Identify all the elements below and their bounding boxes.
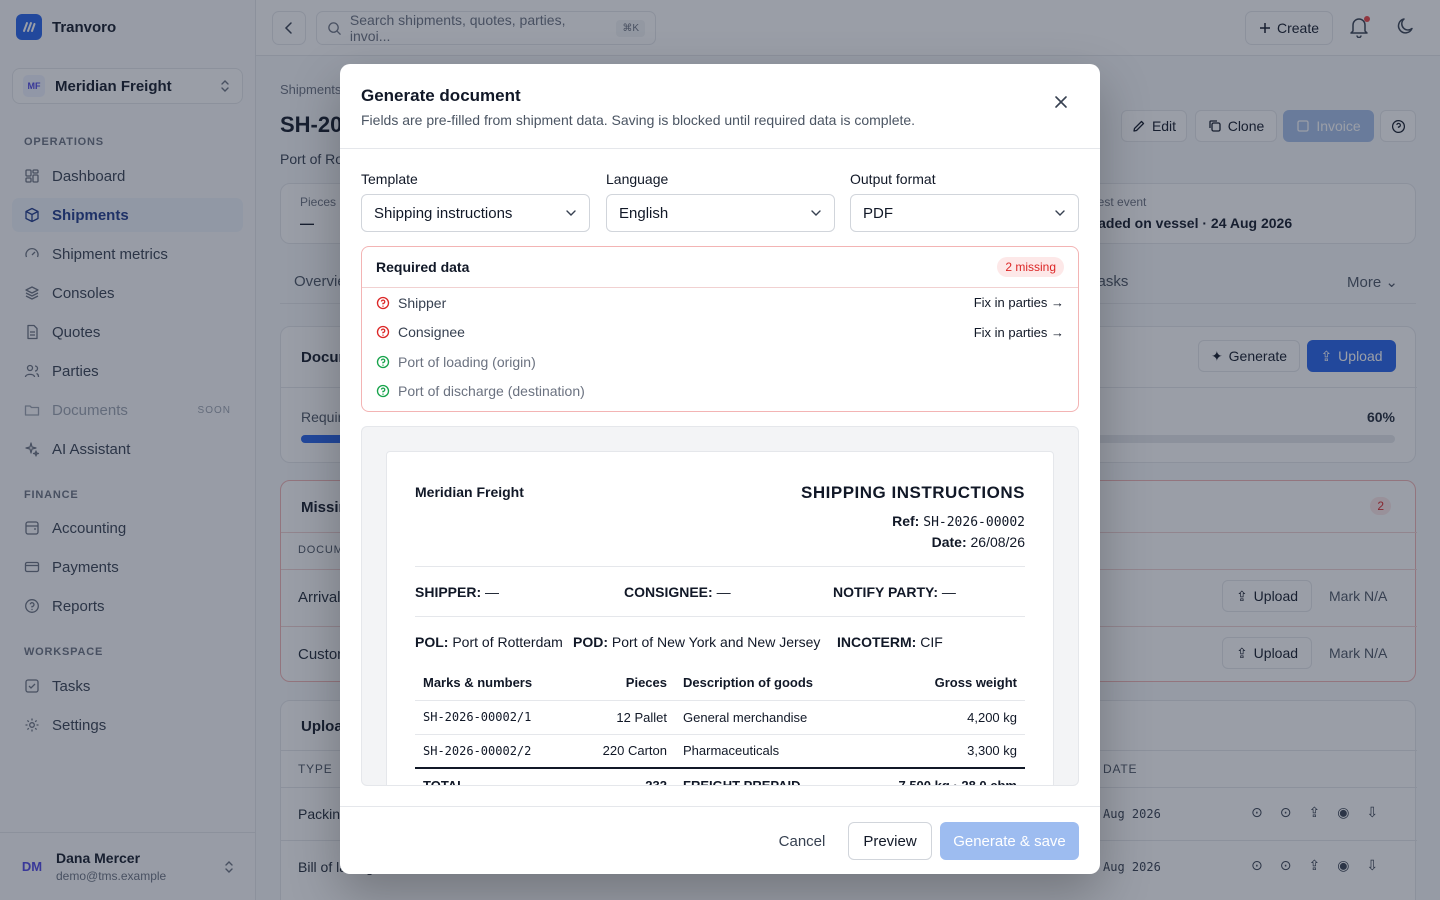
help-circle-icon: [376, 355, 390, 368]
total-pieces: 232: [565, 767, 675, 785]
cell-description: Pharmaceuticals: [675, 734, 865, 769]
cancel-button[interactable]: Cancel: [765, 822, 839, 860]
language-select[interactable]: English: [606, 194, 835, 232]
required-item-label: Port of loading (origin): [398, 353, 536, 370]
preview-ref: Ref: SH-2026-00002: [892, 513, 1025, 530]
chevron-down-icon: [566, 210, 576, 216]
generate-save-button[interactable]: Generate & save: [940, 822, 1079, 860]
total-weight: 7,500 kg · 28.0 cbm: [865, 767, 1025, 785]
required-item-label: Consignee: [398, 324, 465, 341]
cell-description: General merchandise: [675, 700, 865, 735]
required-item-pol: Port of loading (origin): [362, 347, 1078, 377]
dialog-title: Generate document: [361, 86, 521, 105]
column-pieces: Pieces: [565, 666, 675, 701]
close-button[interactable]: [1050, 91, 1072, 113]
notify-value: —: [941, 584, 956, 600]
table-total-row: TOTAL 232 FREIGHT PREPAID 7,500 kg · 28.…: [415, 767, 1025, 785]
incoterm-label: INCOTERM:: [837, 634, 917, 650]
table-header-row: Marks & numbers Pieces Description of go…: [415, 666, 1025, 701]
required-item-pod: Port of discharge (destination): [362, 377, 1078, 407]
preview-doc-title: SHIPPING INSTRUCTIONS: [801, 483, 1025, 502]
preview-pol: POL: Port of Rotterdam: [415, 634, 563, 650]
preview-incoterm: INCOTERM: CIF: [837, 634, 943, 650]
fix-in-parties-link[interactable]: Fix in parties →: [974, 295, 1064, 310]
dialog-footer: Cancel Preview Generate & save: [340, 806, 1100, 874]
preview-date-value: 26/08/26: [970, 534, 1026, 550]
chevron-down-icon: [1055, 210, 1065, 216]
consignee-value: —: [716, 584, 731, 600]
cell-pieces: 220 Carton: [565, 734, 675, 769]
column-gross-weight: Gross weight: [865, 666, 1025, 701]
generate-document-dialog: Generate document Fields are pre-filled …: [340, 64, 1100, 874]
chevron-down-icon: [811, 210, 821, 216]
preview-ref-label: Ref:: [892, 513, 920, 529]
preview-ref-value: SH-2026-00002: [923, 515, 1025, 530]
preview-company: Meridian Freight: [415, 484, 524, 500]
required-item-label: Port of discharge (destination): [398, 383, 585, 400]
preview-date: Date: 26/08/26: [932, 534, 1025, 550]
preview-consignee: CONSIGNEE: —: [624, 584, 731, 600]
preview-shipper: SHIPPER: —: [415, 584, 499, 600]
cell-gross-weight: 4,200 kg: [865, 700, 1025, 735]
cell-gross-weight: 3,300 kg: [865, 734, 1025, 769]
total-label: TOTAL: [415, 767, 565, 785]
cargo-table: Marks & numbers Pieces Description of go…: [415, 666, 1025, 785]
total-freight-terms: FREIGHT PREPAID: [675, 767, 865, 785]
language-value: English: [619, 204, 669, 222]
required-item-consignee: Consignee Fix in parties →: [362, 318, 1078, 348]
help-circle-icon: [376, 326, 390, 339]
required-data-title: Required data: [376, 259, 470, 275]
cell-marks: SH-2026-00002/2: [415, 734, 565, 769]
pol-value: Port of Rotterdam: [452, 634, 563, 650]
required-item-label: Shipper: [398, 294, 447, 311]
template-value: Shipping instructions: [374, 204, 513, 222]
help-circle-icon: [376, 296, 390, 309]
fix-in-parties-link[interactable]: Fix in parties →: [974, 325, 1064, 340]
missing-count-badge: 2 missing: [997, 257, 1064, 277]
language-label: Language: [606, 171, 669, 187]
table-row: SH-2026-00002/1 12 Pallet General mercha…: [415, 700, 1025, 735]
close-icon: [1055, 96, 1067, 108]
preview-sheet: Meridian Freight SHIPPING INSTRUCTIONS R…: [386, 451, 1054, 785]
required-data-panel: Required data 2 missing Shipper Fix in p…: [361, 246, 1079, 412]
required-item-shipper: Shipper Fix in parties →: [362, 288, 1078, 318]
incoterm-value: CIF: [920, 634, 943, 650]
pod-label: POD:: [573, 634, 608, 650]
output-format-label: Output format: [850, 171, 936, 187]
document-preview[interactable]: Meridian Freight SHIPPING INSTRUCTIONS R…: [361, 426, 1079, 786]
dialog-subtitle: Fields are pre-filled from shipment data…: [361, 112, 916, 128]
dialog-header: Generate document Fields are pre-filled …: [340, 64, 1100, 149]
divider: [415, 616, 1025, 617]
notify-label: NOTIFY PARTY:: [833, 584, 938, 600]
table-row: SH-2026-00002/2 220 Carton Pharmaceutica…: [415, 734, 1025, 769]
pol-label: POL:: [415, 634, 449, 650]
template-select[interactable]: Shipping instructions: [361, 194, 590, 232]
help-circle-icon: [376, 385, 390, 398]
preview-pod: POD: Port of New York and New Jersey: [573, 634, 820, 650]
column-marks: Marks & numbers: [415, 666, 565, 701]
required-data-header: Required data 2 missing: [362, 247, 1078, 288]
divider: [415, 566, 1025, 567]
cell-marks: SH-2026-00002/1: [415, 700, 565, 735]
output-format-value: PDF: [863, 204, 893, 222]
cell-pieces: 12 Pallet: [565, 700, 675, 735]
preview-notify-party: NOTIFY PARTY: —: [833, 584, 956, 600]
pod-value: Port of New York and New Jersey: [611, 634, 821, 650]
shipper-label: SHIPPER:: [415, 584, 482, 600]
consignee-label: CONSIGNEE:: [624, 584, 713, 600]
preview-date-label: Date:: [931, 534, 967, 550]
template-label: Template: [361, 171, 418, 187]
preview-button[interactable]: Preview: [848, 822, 932, 860]
shipper-value: —: [485, 584, 500, 600]
column-description: Description of goods: [675, 666, 865, 701]
output-format-select[interactable]: PDF: [850, 194, 1079, 232]
